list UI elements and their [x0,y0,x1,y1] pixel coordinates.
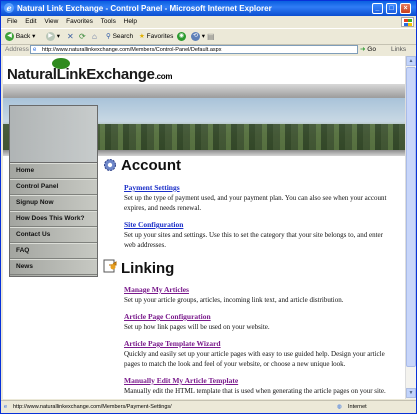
minimize-button[interactable]: _ [372,3,383,14]
menu-tools[interactable]: Tools [101,16,116,27]
manage-articles-desc: Set up your article groups, articles, in… [124,296,344,304]
window-title: Natural Link Exchange - Control Panel - … [17,4,272,13]
article-page-configuration-link[interactable]: Article Page Configuration [124,312,211,321]
search-button[interactable]: ⚲ Search [106,31,133,42]
forward-arrow-icon: ▶ [46,31,55,41]
menu-favorites[interactable]: Favorites [66,16,93,27]
toolbar: ◀ Back ▾ ▶ ▾ ✕ ⟳ ⌂ ⚲ Search ★ Favorites … [1,28,416,45]
nav-item-home[interactable]: Home [10,163,97,179]
media-icon: ◉ [177,31,186,41]
site-logo[interactable]: NaturalLinkExchange.com [7,58,173,83]
home-button[interactable]: ⌂ [92,31,97,42]
vertical-scrollbar[interactable]: ▲ ▼ [405,56,416,399]
scroll-thumb[interactable] [406,67,416,367]
page-icon: e [33,47,37,53]
menu-file[interactable]: File [7,16,17,27]
site-configuration-link[interactable]: Site Configuration [124,220,183,229]
menu-help[interactable]: Help [124,16,137,27]
address-url: http://www.naturallinkexchange.com/Membe… [42,47,222,53]
windows-flag-icon [401,17,414,27]
address-input[interactable]: e http://www.naturallinkexchange.com/Mem… [30,45,358,54]
media-button[interactable]: ◉ [177,31,186,42]
scroll-down-button[interactable]: ▼ [406,388,416,398]
search-label: Search [112,33,134,40]
back-button[interactable]: ◀ Back ▾ [5,31,35,42]
nav-item-control-panel[interactable]: Control Panel [10,179,97,195]
logo-suffix: .com [154,72,173,81]
maximize-button[interactable]: □ [386,3,397,14]
sidebar-header-panel [10,106,97,163]
ie-logo-icon: e [4,3,14,13]
nav-item-signup[interactable]: Signup Now [10,195,97,211]
forward-button[interactable]: ▶ ▾ [46,31,60,42]
template-wizard-desc: Quickly and easily set up your article p… [124,350,385,368]
status-url: http://www.naturallinkexchange.com/Membe… [13,404,172,410]
site-configuration-desc: Set up your sites and settings. Use this… [124,231,383,249]
print-icon: ▤ [207,32,215,41]
menu-view[interactable]: View [44,16,58,27]
logo-text: NaturalLinkExchange [7,66,155,83]
search-icon: ⚲ [106,33,111,40]
stop-button[interactable]: ✕ [67,31,74,42]
print-button[interactable]: ▤ [207,31,215,42]
status-zone: Internet [348,404,367,410]
go-button[interactable]: ➜ Go [360,44,376,55]
header-bar [3,84,405,98]
back-label: Back [15,33,31,40]
address-label: Address [5,46,29,53]
menu-edit[interactable]: Edit [25,16,36,27]
favorites-star-icon: ★ [139,33,145,40]
links-button[interactable]: Links [391,44,406,55]
manual-edit-template-link[interactable]: Manually Edit My Article Template [124,376,238,385]
favorites-button[interactable]: ★ Favorites [139,31,173,42]
back-arrow-icon: ◀ [5,31,14,41]
history-button[interactable]: ⟲ ▾ [191,31,205,42]
favorites-label: Favorites [146,33,174,40]
scroll-up-button[interactable]: ▲ [406,56,416,66]
nav-list: Home Control Panel Signup Now How Does T… [10,163,97,275]
status-page-icon: e [4,404,8,410]
account-heading: Account [121,157,181,174]
sidebar-nav: Home Control Panel Signup Now How Does T… [9,105,98,277]
close-button[interactable]: × [400,3,411,14]
status-bar: e http://www.naturallinkexchange.com/Mem… [1,400,416,414]
refresh-button[interactable]: ⟳ [79,31,86,42]
nav-item-faq[interactable]: FAQ [10,243,97,259]
tree-logo-icon [52,58,70,69]
template-wizard-link[interactable]: Article Page Template Wizard [124,339,221,348]
linking-heading: Linking [121,260,175,277]
payment-settings-link[interactable]: Payment Settings [124,183,180,192]
article-page-configuration-desc: Set up how link pages will be used on yo… [124,323,270,331]
menu-bar: File Edit View Favorites Tools Help [1,16,416,27]
linking-page-icon [103,259,117,273]
manage-articles-link[interactable]: Manage My Articles [124,285,189,294]
internet-zone-icon: ◍ [337,404,342,410]
go-label: Go [367,46,376,53]
go-arrow-icon: ➜ [360,46,366,53]
home-icon: ⌂ [92,32,97,41]
title-bar[interactable]: e Natural Link Exchange - Control Panel … [1,1,416,16]
page-content: NaturalLinkExchange.com Home Control Pan… [3,56,405,399]
account-gear-icon [103,158,117,172]
payment-settings-desc: Set up the type of payment used, and you… [124,194,387,212]
stop-icon: ✕ [67,32,74,41]
address-bar: Address e http://www.naturallinkexchange… [1,44,416,55]
nav-item-news[interactable]: News [10,259,97,275]
browser-window: e Natural Link Exchange - Control Panel … [0,0,417,414]
manual-edit-template-desc: Manually edit the HTML template that is … [124,387,386,395]
refresh-icon: ⟳ [79,32,86,41]
nav-item-contact[interactable]: Contact Us [10,227,97,243]
nav-item-how-it-works[interactable]: How Does This Work? [10,211,97,227]
history-icon: ⟲ [191,31,200,41]
